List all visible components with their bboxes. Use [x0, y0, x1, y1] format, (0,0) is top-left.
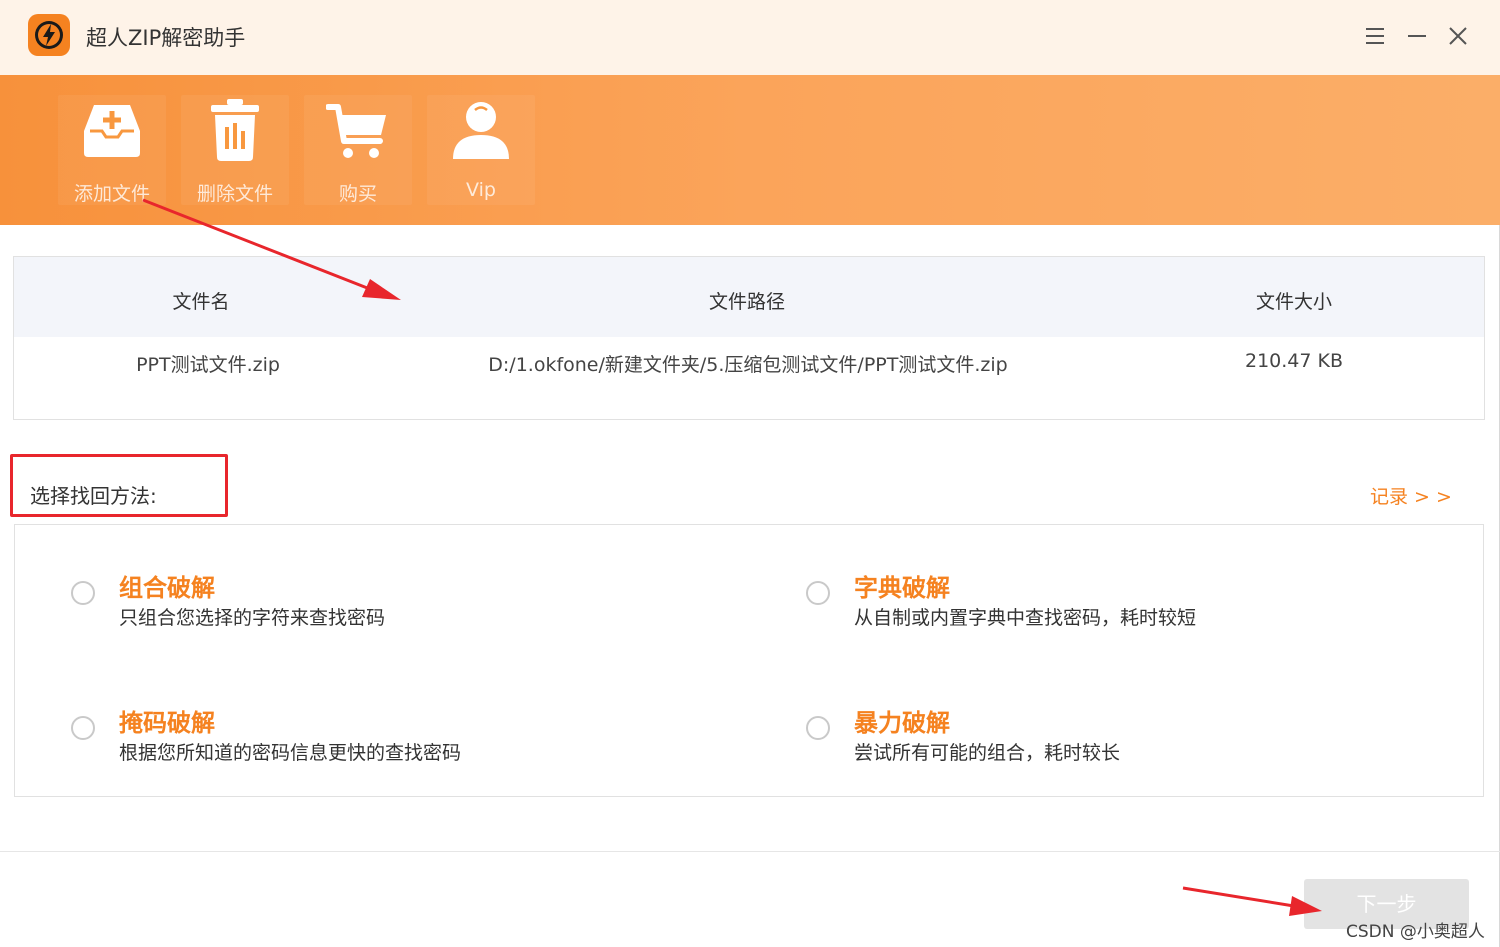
file-name-cell: PPT测试文件.zip — [136, 354, 280, 376]
menu-icon[interactable] — [1361, 22, 1389, 50]
app-window: 超人ZIP解密助手 添加文件 删除文件 购买 Vip 文件名 文件路径 文件大小… — [0, 0, 1500, 947]
minimize-icon[interactable] — [1403, 22, 1431, 50]
method-option-mask[interactable]: 掩码破解 根据您所知道的密码信息更快的查找密码 — [71, 706, 711, 786]
toolbar-label-delete: 删除文件 — [196, 183, 273, 205]
record-link[interactable]: 记录 > > — [1370, 482, 1452, 509]
radio-button[interactable] — [71, 581, 95, 605]
method-option-dictionary[interactable]: 字典破解 从自制或内置字典中查找密码，耗时较短 — [806, 571, 1446, 651]
radio-button[interactable] — [806, 716, 830, 740]
add-file-icon — [80, 97, 144, 163]
file-path-cell: D:/1.okfone/新建文件夹/5.压缩包测试文件/PPT测试文件.zip — [488, 354, 1008, 376]
radio-button[interactable] — [806, 581, 830, 605]
buy-button[interactable]: 购买 — [304, 95, 412, 205]
delete-file-button[interactable]: 删除文件 — [181, 95, 289, 205]
add-file-button[interactable]: 添加文件 — [58, 95, 166, 205]
method-title: 字典破解 — [854, 574, 950, 602]
app-title: 超人ZIP解密助手 — [86, 26, 246, 50]
file-size-cell: 210.47 KB — [1244, 350, 1343, 372]
method-option-brute-force[interactable]: 暴力破解 尝试所有可能的组合，耗时较长 — [806, 706, 1446, 786]
method-description: 从自制或内置字典中查找密码，耗时较短 — [854, 607, 1197, 629]
watermark: CSDN @小奥超人 — [1346, 922, 1485, 942]
column-header-path: 文件路径 — [708, 291, 785, 313]
column-header-name: 文件名 — [172, 291, 230, 313]
method-description: 只组合您选择的字符来查找密码 — [119, 607, 386, 629]
method-description: 根据您所知道的密码信息更快的查找密码 — [119, 742, 462, 764]
radio-button[interactable] — [71, 716, 95, 740]
file-table: 文件名 文件路径 文件大小 PPT测试文件.zip D:/1.okfone/新建… — [13, 256, 1485, 420]
close-icon[interactable] — [1444, 22, 1472, 50]
toolbar-label-add: 添加文件 — [73, 183, 150, 205]
cart-icon — [325, 97, 390, 163]
toolbar-label-buy: 购买 — [338, 183, 377, 205]
method-title: 暴力破解 — [854, 709, 950, 737]
user-icon — [449, 97, 513, 163]
method-options-panel: 组合破解 只组合您选择的字符来查找密码 字典破解 从自制或内置字典中查找密码，耗… — [14, 524, 1484, 797]
app-logo-icon — [28, 14, 70, 56]
method-description: 尝试所有可能的组合，耗时较长 — [854, 742, 1121, 764]
footer-divider — [0, 851, 1500, 852]
method-title: 组合破解 — [119, 574, 215, 602]
trash-icon — [203, 97, 267, 163]
method-option-combination[interactable]: 组合破解 只组合您选择的字符来查找密码 — [71, 571, 711, 651]
method-title: 掩码破解 — [119, 709, 215, 737]
title-bar: 超人ZIP解密助手 — [0, 0, 1500, 75]
vip-button[interactable]: Vip — [427, 95, 535, 205]
table-header: 文件名 文件路径 文件大小 — [14, 257, 1484, 337]
toolbar-label-vip: Vip — [466, 179, 496, 201]
column-header-size: 文件大小 — [1255, 291, 1332, 313]
annotation-arrow-to-next — [1182, 886, 1322, 916]
annotation-highlight-box — [10, 454, 228, 517]
toolbar: 添加文件 删除文件 购买 Vip — [0, 75, 1500, 225]
